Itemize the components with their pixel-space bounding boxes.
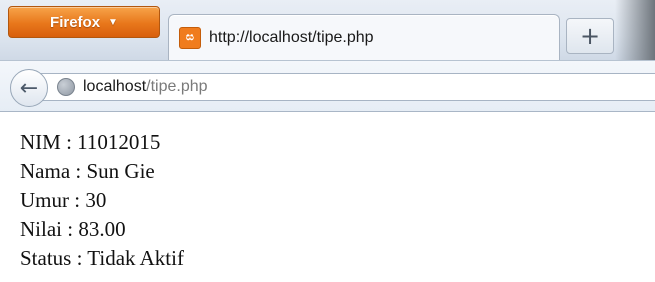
url-path: /tipe.php bbox=[146, 78, 208, 95]
status-line: Status : Tidak Aktif bbox=[20, 246, 184, 270]
nilai-line: Nilai : 83.00 bbox=[20, 217, 126, 241]
firefox-menu-button[interactable]: Firefox ▼ bbox=[8, 6, 160, 38]
page-content: NIM : 11012015 Nama : Sun Gie Umur : 30 … bbox=[20, 128, 184, 273]
tab-title: http://localhost/tipe.php bbox=[209, 28, 374, 46]
umur-line: Umur : 30 bbox=[20, 188, 107, 212]
url-host: localhost bbox=[83, 78, 147, 95]
back-arrow-icon: ← bbox=[19, 75, 39, 101]
tabstrip-edge bbox=[615, 0, 655, 60]
tab-strip: Firefox ▼ ස http://localhost/tipe.php + bbox=[0, 0, 655, 60]
back-button[interactable]: ← bbox=[10, 69, 48, 107]
nama-line: Nama : Sun Gie bbox=[20, 159, 155, 183]
plus-icon: + bbox=[579, 22, 601, 50]
nim-line: NIM : 11012015 bbox=[20, 130, 161, 154]
new-tab-button[interactable]: + bbox=[566, 18, 614, 54]
tab-active[interactable]: ස http://localhost/tipe.php bbox=[168, 14, 560, 60]
xampp-favicon-icon: ස bbox=[179, 26, 201, 49]
firefox-menu-label: Firefox bbox=[50, 13, 101, 31]
url-text: localhost/tipe.php bbox=[83, 78, 208, 96]
address-bar[interactable]: localhost/tipe.php bbox=[34, 73, 655, 101]
globe-icon bbox=[57, 78, 75, 96]
chevron-down-icon: ▼ bbox=[108, 16, 118, 28]
navigation-bar: localhost/tipe.php ← bbox=[0, 60, 655, 112]
